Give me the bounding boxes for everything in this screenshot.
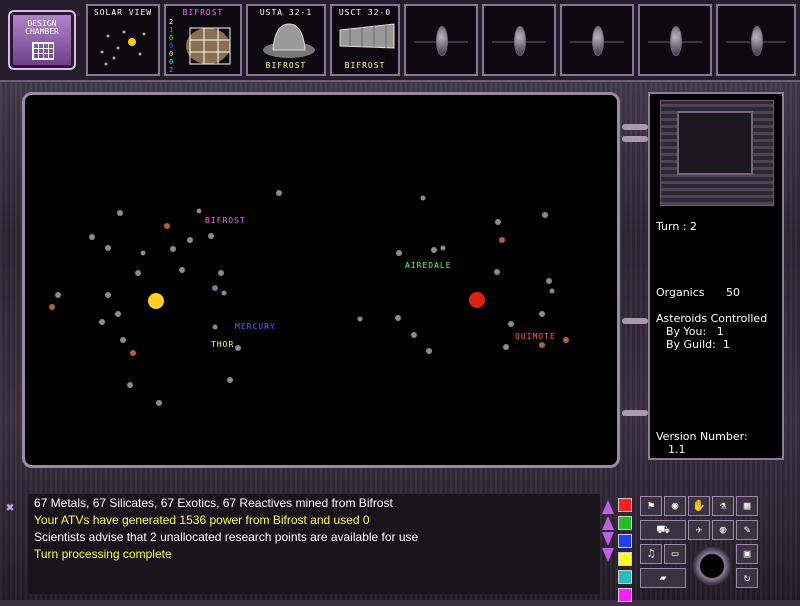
plane-icon[interactable]: ✈ bbox=[688, 520, 710, 540]
message-line: Scientists advise that 2 unallocated res… bbox=[34, 530, 419, 544]
pipe bbox=[622, 136, 648, 142]
grid-icon bbox=[32, 42, 54, 60]
asteroid-grid-icon bbox=[186, 27, 231, 65]
system-label-quimote[interactable]: QUIMOTE bbox=[515, 332, 556, 341]
empty-slot-icon bbox=[436, 26, 448, 56]
hand-icon[interactable]: ✋ bbox=[688, 496, 710, 516]
ship-icon bbox=[263, 23, 315, 58]
system-label-thor[interactable]: THOR bbox=[211, 340, 234, 349]
scroll-arrows bbox=[602, 498, 616, 564]
empty-slot-icon bbox=[592, 26, 604, 56]
cargo-ship-icon bbox=[339, 23, 395, 49]
scroll-up-icon[interactable] bbox=[602, 500, 614, 514]
scroll-up-icon[interactable] bbox=[602, 516, 614, 530]
asteroids-by-you: By You: 1 bbox=[666, 325, 724, 338]
empty-slot[interactable] bbox=[560, 4, 634, 76]
system-label-airedale[interactable]: AIREDALE bbox=[405, 261, 452, 270]
bifrost-num: 1 bbox=[169, 26, 174, 34]
filter-yellow[interactable] bbox=[618, 552, 632, 566]
empty-slot[interactable] bbox=[482, 4, 556, 76]
vehicle-icon[interactable]: ⛟ bbox=[640, 520, 686, 540]
science-icon[interactable]: ⚗ bbox=[712, 496, 734, 516]
empty-slot-icon bbox=[751, 26, 763, 56]
message-line: Turn processing complete bbox=[34, 547, 172, 561]
empty-slot[interactable] bbox=[638, 4, 712, 76]
sun-red[interactable] bbox=[469, 292, 485, 308]
status-panel: Turn : 2 Organics 50 Asteroids Controlle… bbox=[648, 92, 784, 460]
grid-select-icon[interactable]: ▦ bbox=[736, 496, 758, 516]
filter-green[interactable] bbox=[618, 516, 632, 530]
side-artwork-inner bbox=[677, 111, 753, 175]
bifrost-num: 0 bbox=[169, 42, 174, 50]
usct-panel[interactable]: USCT 32-0 BIFROST bbox=[330, 4, 400, 76]
scroll-down-icon[interactable] bbox=[602, 548, 614, 562]
globe-icon[interactable]: ◍ bbox=[712, 520, 734, 540]
star-map[interactable]: BIFROST AIREDALE MERCURY THOR QUIMOTE bbox=[22, 92, 620, 468]
bifrost-panel[interactable]: BIFROST 2 1 0 0 0 0 2 bbox=[164, 4, 242, 76]
pen-icon[interactable]: ✎ bbox=[736, 520, 758, 540]
starfield bbox=[49, 190, 569, 406]
top-bar: DESIGN CHAMBER SOLAR VIEW BIFROST 2 1 0 … bbox=[0, 0, 800, 82]
empty-slot-icon bbox=[670, 26, 682, 56]
save-icon[interactable]: ▣ bbox=[736, 544, 758, 564]
usta-panel[interactable]: USTA 32-1 BIFROST bbox=[246, 4, 326, 76]
bifrost-num: 0 bbox=[169, 34, 174, 42]
version-label: Version Number: bbox=[656, 430, 748, 443]
bifrost-num: 2 bbox=[169, 66, 174, 74]
monitor-icon[interactable]: ▭ bbox=[664, 544, 686, 564]
sun-yellow[interactable] bbox=[148, 293, 164, 309]
solar-view-panel[interactable]: SOLAR VIEW bbox=[86, 4, 160, 76]
sphere-icon[interactable]: ◉ bbox=[664, 496, 686, 516]
pipe bbox=[622, 318, 648, 324]
message-log: 67 Metals, 67 Silicates, 67 Exotics, 67 … bbox=[28, 494, 600, 594]
usct-sub: BIFROST bbox=[344, 61, 386, 70]
system-label-mercury[interactable]: MERCURY bbox=[235, 322, 276, 331]
close-icon[interactable]: ✖ bbox=[6, 500, 14, 516]
bifrost-num: 0 bbox=[169, 50, 174, 58]
message-line: Your ATVs have generated 1536 power from… bbox=[34, 513, 370, 527]
bifrost-num: 0 bbox=[169, 58, 174, 66]
filter-blue[interactable] bbox=[618, 534, 632, 548]
scroll-down-icon[interactable] bbox=[602, 532, 614, 546]
pipe bbox=[622, 124, 648, 130]
folder-icon[interactable]: ▰ bbox=[640, 568, 686, 588]
empty-slot-icon bbox=[514, 26, 526, 56]
bifrost-numbers: 2 1 0 0 0 0 2 bbox=[169, 18, 173, 74]
organics-label: Organics bbox=[656, 286, 705, 299]
asteroids-title: Asteroids Controlled bbox=[656, 312, 768, 325]
turn-counter: Turn : 2 bbox=[656, 220, 698, 233]
asteroid-field bbox=[49, 190, 569, 406]
filter-cyan[interactable] bbox=[618, 570, 632, 584]
solar-thumbnail bbox=[100, 30, 146, 66]
usct-label: USCT 32-0 bbox=[338, 8, 392, 17]
design-chamber-label: DESIGN CHAMBER bbox=[25, 19, 59, 36]
music-icon[interactable]: ♫ bbox=[640, 544, 662, 564]
usta-sub: BIFROST bbox=[265, 61, 307, 70]
pipe bbox=[622, 410, 648, 416]
system-label-bifrost[interactable]: BIFROST bbox=[205, 216, 246, 225]
bifrost-tab-label: BIFROST bbox=[182, 8, 224, 17]
flag-icon[interactable]: ⚑ bbox=[640, 496, 662, 516]
organics-value: 50 bbox=[726, 286, 740, 299]
refresh-icon[interactable]: ↻ bbox=[736, 568, 758, 588]
bifrost-num: 2 bbox=[169, 18, 174, 26]
side-artwork bbox=[660, 100, 774, 206]
filter-red[interactable] bbox=[618, 498, 632, 512]
message-line: 67 Metals, 67 Silicates, 67 Exotics, 67 … bbox=[34, 496, 393, 510]
design-chamber-button[interactable]: DESIGN CHAMBER bbox=[8, 10, 76, 70]
version-value: 1.1 bbox=[668, 443, 686, 456]
empty-slot[interactable] bbox=[716, 4, 796, 76]
dial-icon[interactable] bbox=[692, 546, 732, 586]
empty-slot[interactable] bbox=[404, 4, 478, 76]
solar-view-label: SOLAR VIEW bbox=[93, 8, 153, 17]
asteroids-by-guild: By Guild: 1 bbox=[666, 338, 730, 351]
usta-label: USTA 32-1 bbox=[259, 8, 313, 17]
message-filter-colors bbox=[618, 498, 632, 606]
